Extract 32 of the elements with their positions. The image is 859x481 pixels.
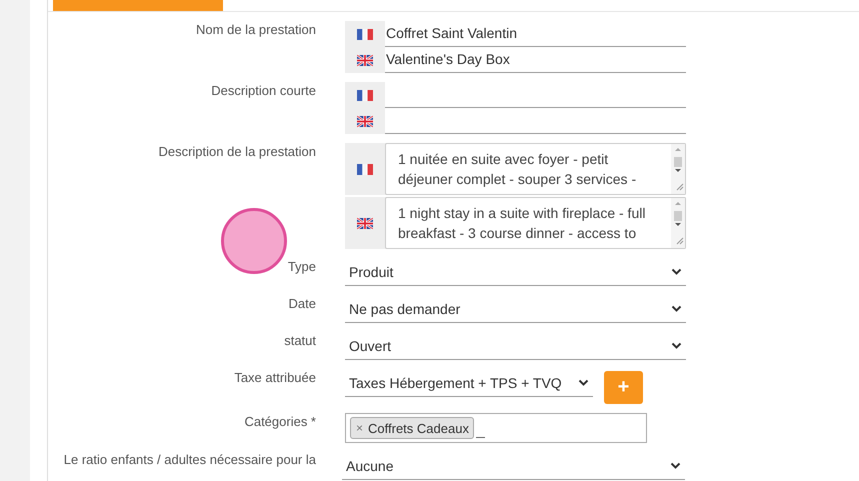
flag-icon — [357, 218, 373, 228]
text-area[interactable]: 1 nuitée en suite avec foyer - petit déjeuner complet - souper 3 services - — [385, 143, 686, 195]
field-label: Date — [288, 295, 316, 311]
select-field[interactable]: Ne pas demander — [345, 295, 686, 323]
text-field[interactable]: Coffret Saint Valentin — [385, 21, 686, 47]
select-field[interactable]: Taxes Hébergement + TPS + TVQ — [345, 369, 593, 397]
tag-field[interactable]: × Coffrets Cadeaux — [345, 413, 647, 443]
field-label: Type — [286, 258, 316, 274]
flag-icon — [357, 28, 373, 40]
tag-label: Coffrets Cadeaux — [368, 420, 469, 436]
select-field[interactable]: Produit — [345, 258, 686, 286]
flag-icon — [357, 116, 373, 126]
field-label: Description courte — [210, 82, 316, 98]
flag-icon — [357, 90, 373, 100]
field-label: Le ratio enfants / adultes nécessaire pour la — [62, 452, 316, 467]
chevron-down-icon — [670, 462, 681, 470]
field-label: statut — [283, 332, 316, 348]
text-field[interactable]: Valentine's Day Box — [385, 47, 686, 73]
field-label: Taxe attribuée — [233, 369, 316, 385]
select-field[interactable]: Ouvert — [345, 332, 686, 360]
chevron-down-icon — [671, 268, 682, 276]
chevron-down-icon — [578, 378, 589, 386]
field-label: Nom de la prestation — [195, 21, 316, 37]
field-label: Description de la prestation — [157, 143, 316, 159]
field-label: Catégories * — [243, 413, 316, 429]
flag-icon — [357, 164, 373, 174]
select-field[interactable]: Aucune — [342, 452, 685, 480]
chevron-down-icon — [671, 304, 682, 312]
flag-icon — [357, 54, 373, 66]
text-area[interactable]: 1 night stay in a suite with fireplace - full breakfast - 3 course dinner - access to — [385, 197, 686, 249]
chevron-down-icon — [671, 342, 682, 350]
remove-tag-button[interactable]: × — [356, 421, 364, 435]
